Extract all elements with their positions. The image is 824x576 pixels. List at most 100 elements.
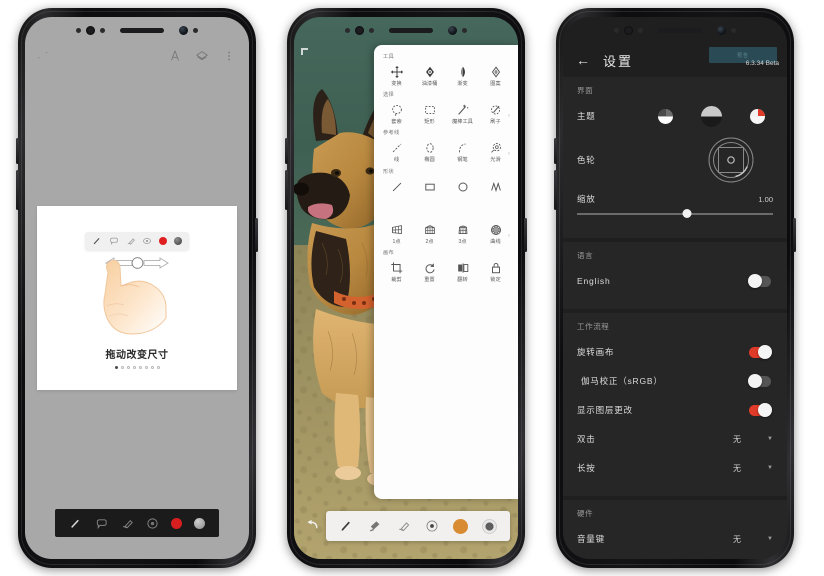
page-dot[interactable] xyxy=(138,366,142,369)
phone-right: ← 设置 预告 6.3.34 Beta 界面 主题 色轮 缩放 1.00 语言 … xyxy=(554,8,796,568)
size-icon[interactable] xyxy=(146,516,160,530)
chevron-down-icon[interactable]: ▼ xyxy=(767,536,773,542)
perspective-1pt[interactable]: 1点 xyxy=(380,219,413,247)
tool-label: 重置 xyxy=(424,276,435,283)
double-tap-value: 无 xyxy=(733,434,742,444)
gamma-toggle[interactable] xyxy=(748,374,771,388)
brush-icon[interactable] xyxy=(69,516,83,530)
canvas-lock[interactable]: 锁定 xyxy=(479,257,512,285)
size-icon[interactable] xyxy=(425,519,440,534)
shape-ellipse[interactable] xyxy=(446,176,479,197)
settings-list[interactable]: 界面 主题 色轮 缩放 1.00 语言 English 工作流程 旋转画布 伽马… xyxy=(563,77,787,559)
color-swatch-orange[interactable] xyxy=(453,518,469,534)
status-notch-area xyxy=(563,17,787,43)
undo-arrow-icon[interactable] xyxy=(304,516,320,532)
left-bottom-toolbar[interactable] xyxy=(55,509,219,537)
english-toggle[interactable] xyxy=(748,274,771,288)
theme-dark-option[interactable] xyxy=(658,108,673,124)
power-button[interactable] xyxy=(255,218,258,252)
theme-red-option[interactable] xyxy=(750,108,765,124)
perspective-3pt[interactable]: 3点 xyxy=(446,219,479,247)
smudge-icon[interactable] xyxy=(367,519,382,534)
chevron-down-icon[interactable]: ▼ xyxy=(767,465,773,471)
setting-row-english[interactable]: English xyxy=(577,270,773,292)
tool-lasso[interactable]: 套索 xyxy=(380,99,413,127)
page-dot[interactable] xyxy=(144,366,148,369)
theme-gray-option[interactable] xyxy=(701,105,722,127)
guide-pen[interactable]: 钢笔 xyxy=(446,137,479,165)
tool-section-title: 画布 xyxy=(383,249,394,256)
setting-row-zoom[interactable]: 缩放 1.00 xyxy=(577,193,773,221)
setting-row-volume-keys[interactable]: 音量键 无 ▼ xyxy=(577,528,773,550)
shape-rect[interactable] xyxy=(413,176,446,197)
tool-rect-marquee[interactable]: 矩形 xyxy=(413,99,446,127)
perspective-2pt[interactable]: 2点 xyxy=(413,219,446,247)
page-dot[interactable] xyxy=(156,366,160,369)
transform-move-icon xyxy=(389,64,405,80)
tool-paint-bucket[interactable]: 油漆桶 xyxy=(413,61,446,89)
proximity-sensor xyxy=(86,25,95,35)
transform-icon[interactable] xyxy=(167,48,183,64)
section-title: 语言 xyxy=(577,251,594,260)
layer-swatch-gray[interactable] xyxy=(482,518,498,534)
theme-options[interactable] xyxy=(658,105,765,127)
layer-swatch-gray[interactable] xyxy=(194,517,206,529)
layers-icon[interactable] xyxy=(194,48,210,64)
chevron-right-icon[interactable]: › xyxy=(508,151,510,157)
chevron-right-icon[interactable]: › xyxy=(508,113,510,119)
sensor-dot xyxy=(193,27,198,33)
setting-row-gamma[interactable]: 伽马校正（sRGB） xyxy=(577,370,773,392)
color-swatch-red[interactable] xyxy=(171,517,183,529)
volume-down-button[interactable] xyxy=(16,170,19,210)
volume-up-button[interactable] xyxy=(285,138,288,164)
eraser-icon[interactable] xyxy=(120,516,134,530)
smudge-icon[interactable] xyxy=(94,516,108,530)
canvas-crop[interactable]: 裁剪 xyxy=(380,257,413,285)
shape-line[interactable] xyxy=(380,176,413,197)
rotate-canvas-toggle[interactable] xyxy=(749,345,772,359)
chevron-down-icon[interactable]: ▼ xyxy=(767,436,773,442)
toggle-knob xyxy=(748,374,762,388)
guide-ellipse[interactable]: 椭圆 xyxy=(413,137,446,165)
tool-pattern[interactable]: 图案 xyxy=(479,61,512,89)
eraser-icon[interactable] xyxy=(396,519,411,534)
middle-bottom-toolbar[interactable] xyxy=(326,511,510,541)
color-wheel-icon[interactable] xyxy=(707,136,755,184)
volume-up-button[interactable] xyxy=(16,138,19,164)
power-button[interactable] xyxy=(793,218,796,252)
setting-label: 长按 xyxy=(577,463,596,473)
page-dot[interactable] xyxy=(132,366,136,369)
power-button[interactable] xyxy=(524,218,527,252)
page-dot[interactable] xyxy=(126,366,130,369)
tutorial-card[interactable]: 拖动改变尺寸 xyxy=(37,206,237,390)
page-dot[interactable] xyxy=(150,366,154,369)
page-dot[interactable] xyxy=(120,366,124,369)
layer-changes-toggle[interactable] xyxy=(749,403,772,417)
back-arrow-icon[interactable]: ← xyxy=(575,52,591,68)
volume-up-button[interactable] xyxy=(554,138,557,164)
setting-row-theme[interactable]: 主题 xyxy=(577,105,773,127)
tool-transform[interactable]: 变换 xyxy=(380,61,413,89)
tool-label: 变换 xyxy=(391,81,402,87)
setting-row-long-press[interactable]: 长按 无 ▼ xyxy=(577,457,773,479)
tool-gradient[interactable]: 渐变 xyxy=(446,61,479,89)
volume-down-button[interactable] xyxy=(554,170,557,210)
tutorial-pagination[interactable] xyxy=(37,366,237,369)
shape-polyline[interactable] xyxy=(479,176,512,197)
overflow-menu-icon[interactable] xyxy=(221,48,237,64)
canvas-flip[interactable]: 翻转 xyxy=(446,257,479,285)
chevron-right-icon[interactable]: › xyxy=(508,233,510,239)
page-dot[interactable] xyxy=(114,366,118,369)
zoom-slider[interactable] xyxy=(577,207,773,221)
canvas-reset[interactable]: 重置 xyxy=(413,257,446,285)
setting-row-double-tap[interactable]: 双击 无 ▼ xyxy=(577,428,773,450)
setting-row-rotate-canvas[interactable]: 旋转画布 xyxy=(577,341,773,363)
volume-down-button[interactable] xyxy=(285,170,288,210)
setting-row-color-wheel[interactable]: 色轮 xyxy=(577,134,773,186)
setting-row-layer-changes[interactable]: 显示图层更改 xyxy=(577,399,773,421)
tool-panel[interactable]: 工具 变换 油漆桶 渐变 图案 选择 套索 矩形 魔棒工具 刷子 › 参考线 线… xyxy=(374,45,518,499)
tool-magic-wand[interactable]: 魔棒工具 xyxy=(446,99,479,127)
guide-line[interactable]: 线 xyxy=(380,137,413,165)
slider-knob[interactable] xyxy=(682,209,692,218)
brush-icon[interactable] xyxy=(339,519,354,534)
